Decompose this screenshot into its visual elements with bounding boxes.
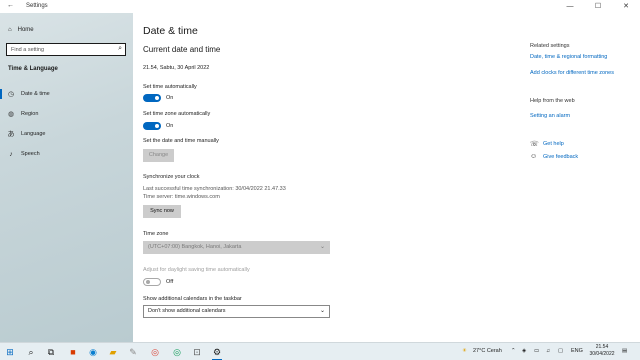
taskbar: ⊞ ⌕ ⧉ ■ ◉ ▰ ✎ ◎ ◎ ⊡ ⚙ ☀ 27°C Cerah ⌃ ◈ ▭… bbox=[0, 342, 640, 360]
search-icon: ⌕ bbox=[118, 45, 122, 52]
set-time-auto-toggle[interactable] bbox=[143, 94, 161, 102]
search-input[interactable]: Find a setting ⌕ bbox=[6, 43, 126, 56]
globe-icon: ◍ bbox=[7, 111, 15, 118]
sidebar-item-date-time[interactable]: ◷ Date & time bbox=[0, 87, 133, 101]
sidebar-item-label: Date & time bbox=[21, 91, 50, 97]
sidebar-section-title: Time & Language bbox=[8, 66, 58, 72]
chevron-down-icon: ⌄ bbox=[319, 308, 325, 314]
language-indicator[interactable]: ENG bbox=[571, 348, 583, 354]
file-explorer-icon[interactable]: ▰ bbox=[106, 345, 120, 359]
manual-time-label: Set the date and time manually bbox=[143, 138, 219, 144]
timezone-label: Time zone bbox=[143, 231, 169, 237]
volume-icon[interactable]: ♫ bbox=[546, 348, 550, 354]
set-time-auto-state: On bbox=[166, 95, 174, 101]
sync-title: Synchronize your clock bbox=[143, 174, 200, 180]
set-tz-auto-label: Set time zone automatically bbox=[143, 111, 211, 117]
search-icon[interactable]: ⌕ bbox=[24, 345, 38, 359]
battery-icon[interactable]: ▭ bbox=[534, 348, 539, 354]
taskbar-clock[interactable]: 21.54 30/04/2022 bbox=[587, 344, 617, 358]
sidebar-item-label: Language bbox=[21, 131, 46, 137]
app-icon[interactable]: ⊡ bbox=[190, 345, 204, 359]
sidebar-item-speech[interactable]: ♪ Speech bbox=[0, 147, 133, 161]
set-time-auto-label: Set time automatically bbox=[143, 84, 197, 90]
get-help-link[interactable]: Get help bbox=[543, 141, 564, 147]
timezone-select[interactable]: (UTC+07:00) Bangkok, Hanoi, Jakarta ⌄ bbox=[143, 241, 330, 254]
feedback-icon: ☺ bbox=[530, 153, 538, 160]
add-clocks-link[interactable]: Add clocks for different time zones bbox=[530, 70, 614, 76]
settings-window: ← Settings — ☐ ✕ ⌂ Home Find a setting ⌕… bbox=[0, 0, 640, 342]
page-title: Date & time bbox=[143, 25, 198, 37]
search-placeholder: Find a setting bbox=[11, 47, 45, 53]
office-icon[interactable]: ■ bbox=[66, 345, 80, 359]
change-button[interactable]: Change bbox=[143, 149, 174, 162]
display-icon[interactable]: ▢ bbox=[558, 348, 563, 354]
weather-icon[interactable]: ☀ bbox=[462, 348, 467, 354]
start-button[interactable]: ⊞ bbox=[3, 345, 17, 359]
minimize-button[interactable]: — bbox=[556, 0, 584, 13]
window-title: Settings bbox=[26, 3, 48, 9]
calendars-label: Show additional calendars in the taskbar bbox=[143, 296, 242, 302]
edge-icon[interactable]: ◉ bbox=[86, 345, 100, 359]
sidebar-item-label: Region bbox=[21, 111, 39, 117]
current-datetime: 21.54, Sabtu, 30 April 2022 bbox=[143, 65, 210, 71]
sidebar-home[interactable]: ⌂ Home bbox=[8, 27, 34, 33]
help-heading: Help from the web bbox=[530, 98, 575, 104]
dst-toggle[interactable] bbox=[143, 278, 161, 286]
sidebar-item-region[interactable]: ◍ Region bbox=[0, 107, 133, 121]
calendars-value: Don't show additional calendars bbox=[148, 308, 226, 314]
home-icon: ⌂ bbox=[8, 27, 12, 33]
close-button[interactable]: ✕ bbox=[612, 0, 640, 13]
set-tz-auto-toggle[interactable] bbox=[143, 122, 161, 130]
network-icon[interactable]: ◈ bbox=[522, 348, 526, 354]
chevron-up-icon[interactable]: ⌃ bbox=[511, 348, 516, 354]
clock-time: 21.54 bbox=[595, 344, 609, 350]
dst-label: Adjust for daylight saving time automati… bbox=[143, 267, 250, 273]
title-bar: ← Settings — ☐ ✕ bbox=[0, 0, 640, 13]
give-feedback-link[interactable]: Give feedback bbox=[543, 154, 578, 160]
related-heading: Related settings bbox=[530, 43, 570, 49]
help-icon: ☏ bbox=[530, 141, 539, 148]
sidebar-item-label: Speech bbox=[21, 151, 40, 157]
microphone-icon: ♪ bbox=[9, 150, 13, 158]
language-icon: あ bbox=[7, 131, 15, 138]
section-title: Current date and time bbox=[143, 45, 221, 54]
calendars-select[interactable]: Don't show additional calendars ⌄ bbox=[143, 305, 330, 318]
notification-icon[interactable]: ▤ bbox=[622, 348, 627, 354]
dst-state: Off bbox=[166, 279, 174, 285]
settings-gear-icon[interactable]: ⚙ bbox=[210, 345, 224, 360]
timezone-value: (UTC+07:00) Bangkok, Hanoi, Jakarta bbox=[148, 244, 242, 250]
regional-formatting-link[interactable]: Date, time & regional formatting bbox=[530, 54, 607, 60]
time-server-text: Time server: time.windows.com bbox=[143, 194, 220, 200]
setting-alarm-link[interactable]: Setting an alarm bbox=[530, 113, 570, 119]
chrome-profile-icon[interactable]: ◎ bbox=[170, 345, 184, 359]
sidebar-item-language[interactable]: あ Language bbox=[0, 127, 133, 141]
sync-now-button[interactable]: Sync now bbox=[143, 205, 181, 218]
clock-date: 30/04/2022 bbox=[589, 351, 615, 357]
weather-text[interactable]: 27°C Cerah bbox=[473, 348, 502, 354]
sidebar-home-label: Home bbox=[17, 27, 34, 33]
back-button[interactable]: ← bbox=[7, 2, 14, 9]
sidebar: ⌂ Home Find a setting ⌕ Time & Language … bbox=[0, 13, 133, 342]
chrome-icon[interactable]: ◎ bbox=[148, 345, 162, 359]
clock-icon: ◷ bbox=[7, 91, 15, 98]
chevron-down-icon: ⌄ bbox=[319, 244, 325, 250]
last-sync-text: Last successful time synchronization: 30… bbox=[143, 186, 286, 192]
pen-icon[interactable]: ✎ bbox=[126, 345, 140, 359]
maximize-button[interactable]: ☐ bbox=[584, 0, 612, 13]
set-tz-auto-state: On bbox=[166, 123, 174, 129]
task-view-icon[interactable]: ⧉ bbox=[44, 345, 58, 359]
